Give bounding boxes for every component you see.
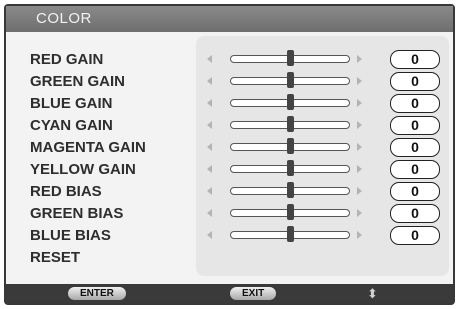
footer-bar: ENTER EXIT ⬍ [6,285,453,303]
slider-thumb[interactable] [287,226,294,242]
row-label: CYAN GAIN [30,117,113,134]
menu-row-blue-gain[interactable]: BLUE GAIN 0 [6,93,453,115]
right-arrow-icon[interactable] [357,187,362,195]
left-arrow-icon[interactable] [207,121,212,129]
value-box: 0 [390,72,440,91]
slider-thumb[interactable] [287,204,294,220]
slider-thumb[interactable] [287,94,294,110]
row-label: GREEN BIAS [30,205,124,222]
exit-button[interactable]: EXIT [230,287,277,300]
enter-button[interactable]: ENTER [68,287,126,300]
row-label: MAGENTA GAIN [30,139,146,156]
left-arrow-icon[interactable] [207,231,212,239]
right-arrow-icon[interactable] [357,77,362,85]
slider-track[interactable] [230,226,350,242]
left-arrow-icon[interactable] [207,165,212,173]
menu-title: COLOR [36,10,92,27]
menu-row-reset[interactable]: RESET [6,247,453,269]
value-box: 0 [390,138,440,157]
right-arrow-icon[interactable] [357,143,362,151]
slider-track[interactable] [230,182,350,198]
menu-content: RED GAIN 0 GREEN GAIN 0 BLUE GAIN 0 CYAN… [6,32,453,284]
menu-row-red-bias[interactable]: RED BIAS 0 [6,181,453,203]
title-bar: COLOR [6,6,453,32]
left-arrow-icon[interactable] [207,99,212,107]
value-box: 0 [390,94,440,113]
slider-thumb[interactable] [287,160,294,176]
menu-row-cyan-gain[interactable]: CYAN GAIN 0 [6,115,453,137]
menu-row-green-bias[interactable]: GREEN BIAS 0 [6,203,453,225]
row-label: YELLOW GAIN [30,161,136,178]
menu-row-yellow-gain[interactable]: YELLOW GAIN 0 [6,159,453,181]
menu-row-magenta-gain[interactable]: MAGENTA GAIN 0 [6,137,453,159]
right-arrow-icon[interactable] [357,99,362,107]
right-arrow-icon[interactable] [357,55,362,63]
slider-track[interactable] [230,72,350,88]
value-box: 0 [390,182,440,201]
slider-thumb[interactable] [287,138,294,154]
menu-row-red-gain[interactable]: RED GAIN 0 [6,49,453,71]
row-label: BLUE BIAS [30,227,111,244]
right-arrow-icon[interactable] [357,209,362,217]
value-box: 0 [390,116,440,135]
slider-track[interactable] [230,94,350,110]
left-arrow-icon[interactable] [207,77,212,85]
value-box: 0 [390,160,440,179]
slider-thumb[interactable] [287,182,294,198]
left-arrow-icon[interactable] [207,55,212,63]
left-arrow-icon[interactable] [207,209,212,217]
value-box: 0 [390,50,440,69]
menu-row-green-gain[interactable]: GREEN GAIN 0 [6,71,453,93]
slider-thumb[interactable] [287,72,294,88]
value-box: 0 [390,204,440,223]
right-arrow-icon[interactable] [357,121,362,129]
slider-thumb[interactable] [287,116,294,132]
slider-track[interactable] [230,204,350,220]
slider-track[interactable] [230,50,350,66]
right-arrow-icon[interactable] [357,231,362,239]
row-label: BLUE GAIN [30,95,113,112]
slider-track[interactable] [230,160,350,176]
slider-track[interactable] [230,138,350,154]
up-down-arrow-icon: ⬍ [367,286,378,301]
row-label: GREEN GAIN [30,73,126,90]
left-arrow-icon[interactable] [207,143,212,151]
value-box: 0 [390,226,440,245]
reset-label: RESET [30,249,81,266]
menu-row-blue-bias[interactable]: BLUE BIAS 0 [6,225,453,247]
slider-track[interactable] [230,116,350,132]
slider-thumb[interactable] [287,50,294,66]
row-label: RED BIAS [30,183,102,200]
right-arrow-icon[interactable] [357,165,362,173]
left-arrow-icon[interactable] [207,187,212,195]
row-label: RED GAIN [30,51,104,68]
